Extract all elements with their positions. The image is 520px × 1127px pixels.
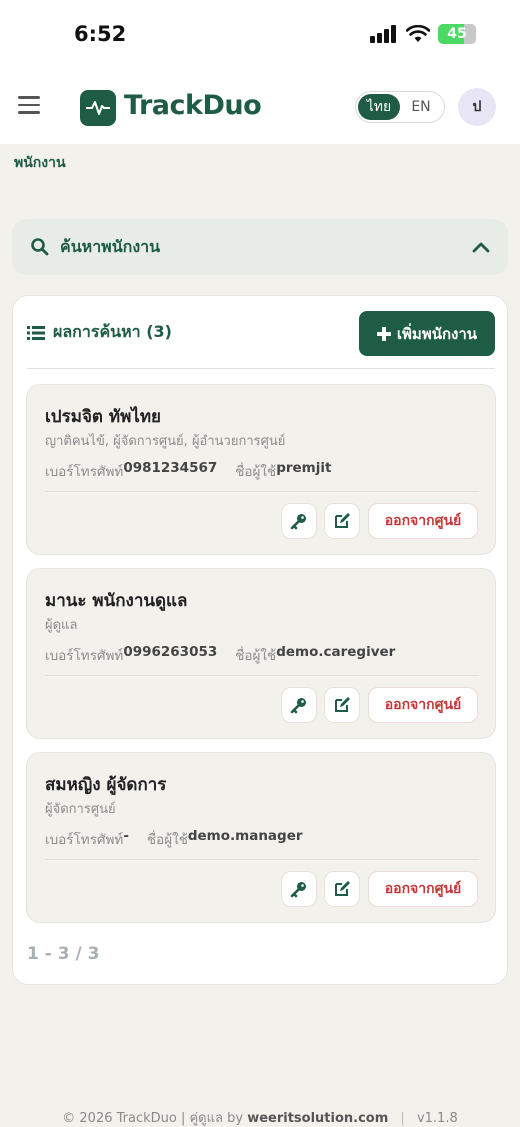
phone-label: เบอร์โทรศัพท์ bbox=[45, 648, 124, 664]
add-employee-button[interactable]: เพิ่มพนักงาน bbox=[359, 311, 495, 356]
brand-name: TrackDuo bbox=[124, 90, 262, 121]
status-time: 6:52 bbox=[74, 22, 127, 46]
divider bbox=[45, 491, 479, 492]
employee-meta: เบอร์โทรศัพท์ - ชื่อผู้ใช้ demo.manager bbox=[45, 828, 303, 850]
search-panel-header[interactable]: ค้นหาพนักงาน bbox=[12, 219, 508, 275]
logo-icon bbox=[80, 90, 116, 126]
leave-center-button[interactable]: ออกจากศูนย์ bbox=[368, 687, 478, 723]
leave-center-button[interactable]: ออกจากศูนย์ bbox=[368, 871, 478, 907]
employee-name: เปรมจิต ทัพไทย bbox=[45, 407, 161, 427]
reset-password-button[interactable] bbox=[281, 687, 317, 723]
footer-separator: | bbox=[400, 1111, 405, 1126]
employee-username: demo.manager bbox=[187, 828, 303, 844]
employee-meta: เบอร์โทรศัพท์ 0981234567 ชื่อผู้ใช้ prem… bbox=[45, 460, 331, 482]
key-icon bbox=[290, 514, 306, 530]
user-avatar[interactable]: ป bbox=[458, 88, 496, 126]
username-label: ชื่อผู้ใช้ bbox=[235, 648, 277, 664]
employee-meta: เบอร์โทรศัพท์ 0996263053 ชื่อผู้ใช้ demo… bbox=[45, 644, 395, 666]
reset-password-button[interactable] bbox=[281, 871, 317, 907]
divider bbox=[45, 859, 479, 860]
list-icon bbox=[27, 325, 45, 340]
employee-username: demo.caregiver bbox=[276, 644, 396, 660]
employee-phone: 0981234567 bbox=[123, 460, 218, 476]
phone-label: เบอร์โทรศัพท์ bbox=[45, 464, 124, 480]
employee-roles: ผู้ดูแล bbox=[45, 618, 78, 633]
employee-card: สมหญิง ผู้จัดการ ผู้จัดการศูนย์ เบอร์โทร… bbox=[26, 752, 496, 923]
results-card: ผลการค้นหา (3) เพิ่มพนักงาน เปรมจิต ทัพไ… bbox=[12, 295, 508, 985]
chevron-up-icon[interactable] bbox=[472, 241, 490, 253]
footer-company-link[interactable]: weeritsolution.com bbox=[247, 1111, 388, 1126]
status-icons: 45 bbox=[370, 24, 476, 44]
employee-username: premjit bbox=[276, 460, 332, 476]
results-header: ผลการค้นหา (3) bbox=[27, 320, 172, 345]
employee-roles: ญาติคนไข้, ผู้จัดการศูนย์, ผู้อำนวยการศู… bbox=[45, 434, 286, 449]
status-bar: 6:52 45 bbox=[0, 0, 520, 70]
edit-button[interactable] bbox=[324, 687, 360, 723]
employee-card: เปรมจิต ทัพไทย ญาติคนไข้, ผู้จัดการศูนย์… bbox=[26, 384, 496, 555]
edit-icon bbox=[335, 513, 350, 528]
key-icon bbox=[290, 698, 306, 714]
battery-level: 45 bbox=[447, 26, 467, 42]
divider bbox=[27, 368, 495, 369]
username-label: ชื่อผู้ใช้ bbox=[146, 832, 188, 848]
footer-copyright: © 2026 TrackDuo | คู่ดูแล by bbox=[62, 1111, 248, 1126]
divider bbox=[45, 675, 479, 676]
edit-icon bbox=[335, 697, 350, 712]
edit-button[interactable] bbox=[324, 871, 360, 907]
pagination-info: 1 - 3 / 3 bbox=[27, 944, 100, 964]
lang-option-en[interactable]: EN bbox=[400, 94, 442, 120]
results-title: ผลการค้นหา (3) bbox=[53, 322, 172, 341]
username-label: ชื่อผู้ใช้ bbox=[235, 464, 277, 480]
signal-icon bbox=[370, 25, 396, 43]
phone-label: เบอร์โทรศัพท์ bbox=[45, 832, 124, 848]
lang-option-th[interactable]: ไทย bbox=[358, 94, 400, 120]
battery-icon: 45 bbox=[438, 24, 476, 44]
employee-phone: 0996263053 bbox=[123, 644, 218, 660]
footer: © 2026 TrackDuo | คู่ดูแล by weeritsolut… bbox=[0, 1107, 520, 1127]
breadcrumb[interactable]: พนักงาน bbox=[14, 152, 66, 174]
plus-icon bbox=[376, 326, 391, 341]
reset-password-button[interactable] bbox=[281, 503, 317, 539]
key-icon bbox=[290, 882, 306, 898]
language-toggle[interactable]: ไทย EN bbox=[355, 91, 445, 123]
app-header: TrackDuo ไทย EN ป bbox=[0, 70, 520, 144]
hamburger-menu-icon[interactable] bbox=[18, 96, 40, 114]
leave-center-button[interactable]: ออกจากศูนย์ bbox=[368, 503, 478, 539]
add-employee-label: เพิ่มพนักงาน bbox=[396, 324, 478, 343]
employee-name: มานะ พนักงานดูแล bbox=[45, 591, 188, 611]
employee-name: สมหญิง ผู้จัดการ bbox=[45, 775, 167, 795]
search-icon bbox=[31, 238, 49, 256]
edit-button[interactable] bbox=[324, 503, 360, 539]
edit-icon bbox=[335, 881, 350, 896]
search-panel-title: ค้นหาพนักงาน bbox=[60, 236, 161, 256]
employee-card: มานะ พนักงานดูแล ผู้ดูแล เบอร์โทรศัพท์ 0… bbox=[26, 568, 496, 739]
footer-version: v1.1.8 bbox=[416, 1111, 458, 1126]
employee-roles: ผู้จัดการศูนย์ bbox=[45, 802, 116, 817]
wifi-icon bbox=[406, 25, 430, 42]
